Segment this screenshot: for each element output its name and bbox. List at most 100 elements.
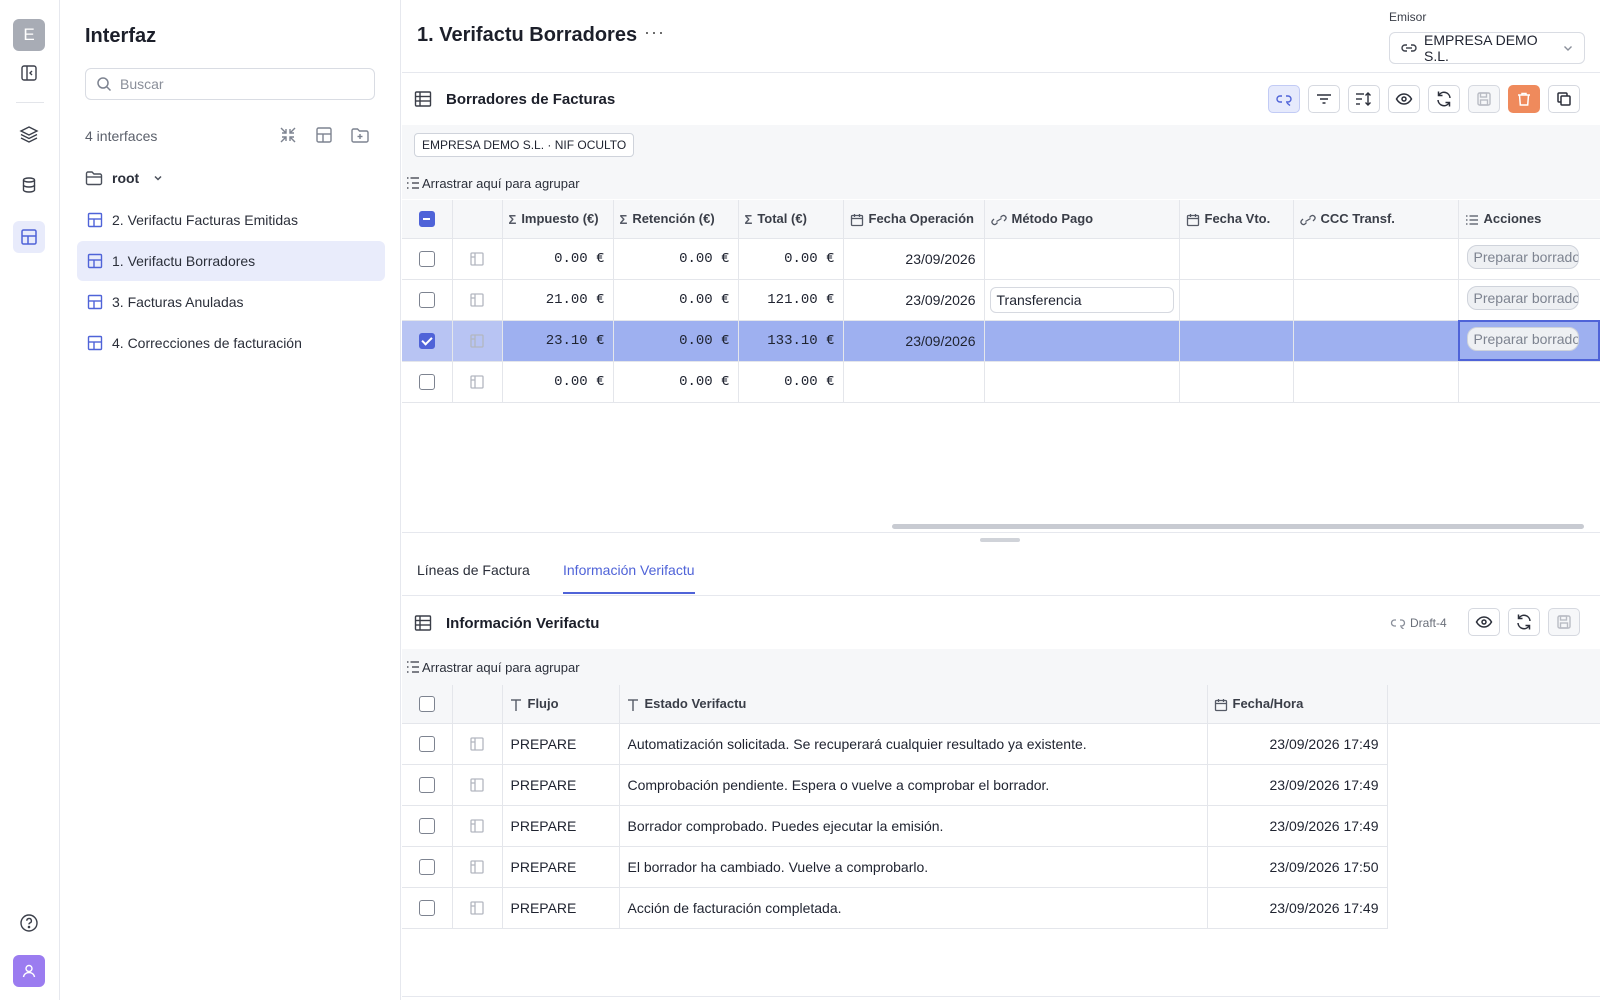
new-folder-icon[interactable] xyxy=(349,124,371,146)
column-header-fecha-vto[interactable]: Fecha Vto. xyxy=(1179,200,1294,239)
table-row[interactable]: PREPARE El borrador ha cambiado. Vuelve … xyxy=(402,846,1600,888)
info-group-drop-zone[interactable]: Arrastrar aquí para agrupar xyxy=(402,653,1600,681)
cell-ccc-transf[interactable] xyxy=(1293,279,1459,321)
row-select-cell[interactable] xyxy=(402,764,453,806)
cell-ccc-transf[interactable] xyxy=(1293,320,1459,362)
user-avatar[interactable] xyxy=(13,955,45,987)
cell-retencion[interactable]: 0.00 € xyxy=(613,361,739,403)
database-icon[interactable] xyxy=(13,169,45,201)
select-all-checkbox[interactable] xyxy=(418,696,435,713)
cell-impuesto[interactable]: 21.00 € xyxy=(502,279,614,321)
cell-flujo[interactable]: PREPARE xyxy=(502,805,620,847)
table-row[interactable]: PREPARE Automatización solicitada. Se re… xyxy=(402,723,1600,765)
cell-flujo[interactable]: PREPARE xyxy=(502,764,620,806)
row-checkbox[interactable] xyxy=(418,251,435,268)
cell-retencion[interactable]: 0.00 € xyxy=(613,320,739,362)
cell-metodo-pago[interactable] xyxy=(984,361,1180,403)
expand-row-icon[interactable] xyxy=(469,859,485,875)
emisor-select[interactable]: EMPRESA DEMO S.L. xyxy=(1389,32,1585,64)
row-expand-cell[interactable] xyxy=(452,361,503,403)
cell-fecha-vto[interactable] xyxy=(1179,238,1294,280)
column-header-ccc-transf[interactable]: CCC Transf. xyxy=(1293,200,1459,239)
select-all-cell[interactable] xyxy=(402,685,453,724)
cell-fecha-hora[interactable]: 23/09/2026 17:49 xyxy=(1207,723,1388,765)
row-checkbox[interactable] xyxy=(418,292,435,309)
cell-fecha-hora[interactable]: 23/09/2026 17:49 xyxy=(1207,805,1388,847)
root-folder[interactable]: root xyxy=(85,170,164,186)
cell-estado[interactable]: Automatización solicitada. Se recuperará… xyxy=(619,723,1208,765)
cell-fecha-hora[interactable]: 23/09/2026 17:50 xyxy=(1207,846,1388,888)
row-select-cell[interactable] xyxy=(402,279,453,321)
cell-estado[interactable]: Acción de facturación completada. xyxy=(619,887,1208,929)
info-refresh-button[interactable] xyxy=(1508,608,1540,636)
cell-fecha-hora[interactable]: 23/09/2026 17:49 xyxy=(1207,887,1388,929)
row-expand-cell[interactable] xyxy=(452,846,503,888)
horizontal-scrollbar[interactable] xyxy=(892,524,1584,529)
cell-flujo[interactable]: PREPARE xyxy=(502,846,620,888)
filter-chip[interactable]: EMPRESA DEMO S.L. · NIF OCULTO xyxy=(414,133,635,157)
row-select-cell[interactable] xyxy=(402,723,453,765)
expand-row-icon[interactable] xyxy=(469,374,485,390)
cell-metodo-pago[interactable] xyxy=(984,320,1180,362)
table-row-selected[interactable]: 23.10 € 0.00 € 133.10 € 23/09/2026 Prepa… xyxy=(402,320,1600,362)
row-select-cell[interactable] xyxy=(402,805,453,847)
panel-resize-handle[interactable] xyxy=(980,538,1020,542)
tab-informacion-verifactu[interactable]: Información Verifactu xyxy=(563,562,695,594)
cell-flujo[interactable]: PREPARE xyxy=(502,723,620,765)
row-select-cell[interactable] xyxy=(402,238,453,280)
sidebar-item-facturas-emitidas[interactable]: 2. Verifactu Facturas Emitidas xyxy=(77,200,385,240)
row-expand-cell[interactable] xyxy=(452,238,503,280)
prepare-draft-button[interactable]: Preparar borrador xyxy=(1466,286,1579,310)
column-header-estado[interactable]: Estado Verifactu xyxy=(619,685,1208,724)
row-checkbox[interactable] xyxy=(418,777,435,794)
cell-fecha-vto[interactable] xyxy=(1179,320,1294,362)
row-select-cell[interactable] xyxy=(402,846,453,888)
cell-fecha-vto[interactable] xyxy=(1179,361,1294,403)
cell-acciones[interactable] xyxy=(1458,361,1600,403)
tab-lineas-factura[interactable]: Líneas de Factura xyxy=(417,562,530,592)
table-row[interactable]: PREPARE Borrador comprobado. Puedes ejec… xyxy=(402,805,1600,847)
column-header-fecha-operacion[interactable]: Fecha Operación xyxy=(843,200,985,239)
expand-row-icon[interactable] xyxy=(469,736,485,752)
row-checkbox-checked[interactable] xyxy=(418,333,435,350)
sidebar-item-borradores[interactable]: 1. Verifactu Borradores xyxy=(77,241,385,281)
cell-fecha-operacion[interactable]: 23/09/2026 xyxy=(843,320,985,362)
cell-fecha-operacion[interactable]: 23/09/2026 xyxy=(843,279,985,321)
cell-metodo-pago[interactable] xyxy=(984,238,1180,280)
column-header-total[interactable]: Σ Total (€) xyxy=(738,200,844,239)
sidebar-item-facturas-anuladas[interactable]: 3. Facturas Anuladas xyxy=(77,282,385,322)
unlink-button[interactable] xyxy=(1268,85,1300,113)
row-expand-cell[interactable] xyxy=(452,723,503,765)
expand-row-icon[interactable] xyxy=(469,818,485,834)
cell-retencion[interactable]: 0.00 € xyxy=(613,279,739,321)
cell-fecha-hora[interactable]: 23/09/2026 17:49 xyxy=(1207,764,1388,806)
row-expand-cell[interactable] xyxy=(452,805,503,847)
filter-button[interactable] xyxy=(1308,85,1340,113)
cell-fecha-operacion[interactable]: 23/09/2026 xyxy=(843,238,985,280)
delete-button[interactable] xyxy=(1508,85,1540,113)
expand-row-icon[interactable] xyxy=(469,900,485,916)
info-visibility-button[interactable] xyxy=(1468,608,1500,636)
row-select-cell[interactable] xyxy=(402,887,453,929)
row-checkbox[interactable] xyxy=(418,818,435,835)
table-row[interactable]: 21.00 € 0.00 € 121.00 € 23/09/2026 Trans… xyxy=(402,279,1600,321)
column-header-retencion[interactable]: Σ Retención (€) xyxy=(613,200,739,239)
prepare-draft-button[interactable]: Preparar borrador xyxy=(1466,327,1579,351)
row-checkbox[interactable] xyxy=(418,859,435,876)
table-row[interactable]: PREPARE Comprobación pendiente. Espera o… xyxy=(402,764,1600,806)
expand-row-icon[interactable] xyxy=(469,292,485,308)
row-expand-cell[interactable] xyxy=(452,320,503,362)
row-expand-cell[interactable] xyxy=(452,887,503,929)
row-checkbox[interactable] xyxy=(418,736,435,753)
cell-estado[interactable]: Comprobación pendiente. Espera o vuelve … xyxy=(619,764,1208,806)
cell-ccc-transf[interactable] xyxy=(1293,238,1459,280)
cell-estado[interactable]: El borrador ha cambiado. Vuelve a compro… xyxy=(619,846,1208,888)
collapse-all-icon[interactable] xyxy=(277,124,299,146)
new-interface-icon[interactable] xyxy=(313,124,335,146)
workspace-avatar[interactable]: E xyxy=(13,19,45,51)
column-header-impuesto[interactable]: Σ Impuesto (€) xyxy=(502,200,614,239)
layers-icon[interactable] xyxy=(13,118,45,150)
interfaces-icon[interactable] xyxy=(13,221,45,253)
info-save-button[interactable] xyxy=(1548,608,1580,636)
cell-impuesto[interactable]: 0.00 € xyxy=(502,238,614,280)
